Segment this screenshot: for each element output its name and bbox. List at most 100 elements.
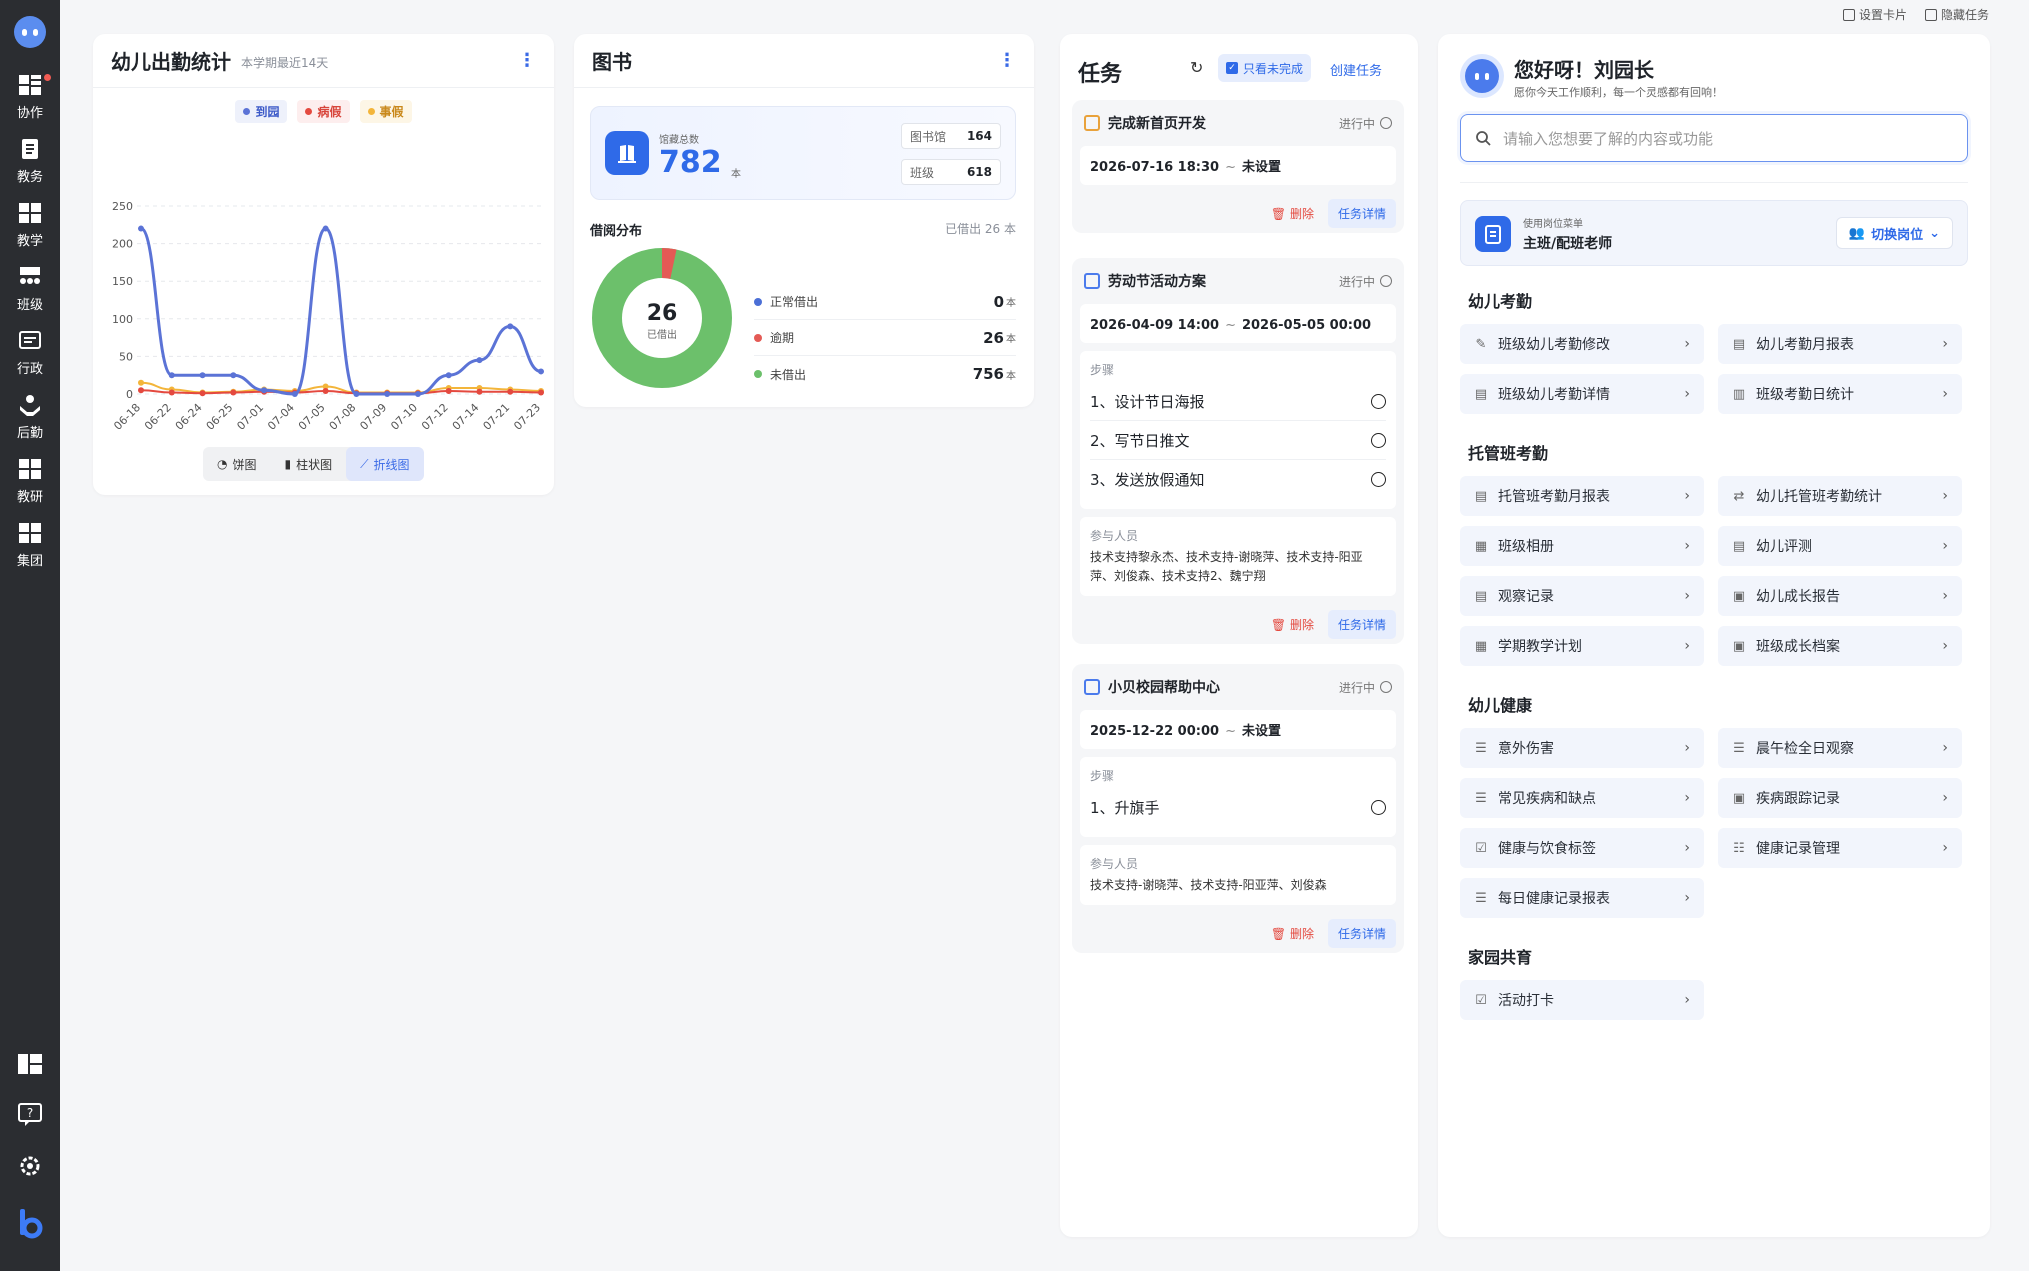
task-header[interactable]: 劳动节活动方案 进行中: [1072, 258, 1404, 304]
data-point: [476, 388, 483, 395]
menu-item-label: 班级幼儿考勤详情: [1498, 387, 1610, 403]
sidebar-item-research[interactable]: 教研: [0, 456, 60, 514]
data-point: [199, 372, 206, 379]
brand-icon[interactable]: [16, 1209, 44, 1239]
chevron-right-icon: ›: [1942, 790, 1948, 806]
menu-item[interactable]: ▣ 疾病跟踪记录 ›: [1718, 778, 1962, 818]
menu-item-label: 幼儿托管班考勤统计: [1756, 489, 1882, 505]
settings-icon[interactable]: [16, 1152, 44, 1180]
delete-task-button[interactable]: 🗑 删除: [1271, 205, 1314, 222]
menu-item[interactable]: ☑ 活动打卡 ›: [1460, 980, 1704, 1020]
task-icon: [1084, 679, 1100, 695]
hide-tasks-button[interactable]: 隐藏任务: [1924, 6, 1989, 23]
menu-item-icon: ▣: [1732, 638, 1746, 654]
menu-item[interactable]: ☰ 常见疾病和缺点 ›: [1460, 778, 1704, 818]
task-step[interactable]: 3、发送放假通知: [1090, 460, 1386, 499]
pie-mode-button[interactable]: ◔ 饼图: [203, 447, 271, 481]
sidebar-item-collab[interactable]: 协作: [0, 72, 60, 130]
sidebar-item-teaching[interactable]: 教学: [0, 200, 60, 258]
more-icon[interactable]: ⋮: [518, 51, 536, 70]
task-icon: [1084, 115, 1100, 131]
help-icon[interactable]: ?: [16, 1100, 44, 1128]
task-header[interactable]: 小贝校园帮助中心 进行中: [1072, 664, 1404, 710]
menu-item-label: 观察记录: [1498, 589, 1554, 605]
search-input[interactable]: 请输入您想要了解的内容或功能: [1460, 114, 1968, 162]
step-circle-icon[interactable]: [1371, 432, 1386, 448]
task-header[interactable]: 完成新首页开发 进行中: [1072, 100, 1404, 146]
sidebar-item-academic[interactable]: 教务: [0, 136, 60, 194]
menu-item[interactable]: ☰ 晨午检全日观察 ›: [1718, 728, 1962, 768]
task-card: 小贝校园帮助中心 进行中 2025-12-22 00:00 ~ 未设置 步骤 1、升…: [1072, 664, 1404, 953]
task-step[interactable]: 2、写节日推文: [1090, 421, 1386, 460]
menu-item[interactable]: ⇄ 幼儿托管班考勤统计 ›: [1718, 476, 1962, 516]
data-point: [322, 387, 329, 394]
menu-item[interactable]: ▥ 班级考勤日统计 ›: [1718, 374, 1962, 414]
menu-item-label: 晨午检全日观察: [1756, 741, 1854, 757]
sidebar-item-admin[interactable]: 行政: [0, 328, 60, 386]
settings-card-button[interactable]: 设置卡片: [1842, 6, 1907, 23]
x-tick-label: 06-22: [142, 401, 174, 433]
delete-task-button[interactable]: 🗑 删除: [1271, 925, 1314, 942]
bar-mode-button[interactable]: ▮ 柱状图: [271, 447, 347, 481]
menu-item[interactable]: ▤ 幼儿评测 ›: [1718, 526, 1962, 566]
menu-item[interactable]: ☑ 健康与饮食标签 ›: [1460, 828, 1704, 868]
menu-item[interactable]: ✎ 班级幼儿考勤修改 ›: [1460, 324, 1704, 364]
task-step[interactable]: 1、设计节日海报: [1090, 382, 1386, 421]
menu-item[interactable]: ▦ 学期教学计划 ›: [1460, 626, 1704, 666]
task-detail-button[interactable]: 任务详情: [1327, 198, 1396, 228]
task-start: 2026-04-09 14:00: [1090, 318, 1220, 333]
menu-item[interactable]: ▦ 班级相册 ›: [1460, 526, 1704, 566]
menu-item[interactable]: ▤ 幼儿考勤月报表 ›: [1718, 324, 1962, 364]
attendance-card: 幼儿出勤统计 本学期最近14天 ⋮ 到园 病假 事假 0 50 100 150 200 2…: [93, 34, 554, 495]
section-title: 托管班考勤: [1468, 444, 1549, 463]
menu-item-icon: ☑: [1475, 840, 1487, 856]
menu-item[interactable]: ▣ 幼儿成长报告 ›: [1718, 576, 1962, 616]
sidebar-item-label: 教学: [16, 234, 43, 249]
menu-item-icon: ☷: [1733, 840, 1745, 856]
task-detail-button[interactable]: 任务详情: [1327, 609, 1396, 639]
x-tick-label: 07-09: [357, 401, 389, 433]
menu-item[interactable]: ☷ 健康记录管理 ›: [1718, 828, 1962, 868]
legend-item-leave[interactable]: 事假: [359, 100, 412, 123]
delete-task-button[interactable]: 🗑 删除: [1271, 616, 1314, 633]
app-logo-icon[interactable]: [14, 16, 46, 48]
menu-item[interactable]: ▤ 班级幼儿考勤详情 ›: [1460, 374, 1704, 414]
sidebar-item-logistics[interactable]: 后勤: [0, 392, 60, 450]
menu-item[interactable]: ▣ 班级成长档案 ›: [1718, 626, 1962, 666]
unfinished-filter-checkbox[interactable]: ✓ 只看未完成: [1218, 54, 1312, 82]
data-point: [168, 389, 175, 396]
menu-item-label: 健康记录管理: [1756, 841, 1840, 857]
sidebar-item-group[interactable]: 集团: [0, 520, 60, 578]
menu-item[interactable]: ▤ 观察记录 ›: [1460, 576, 1704, 616]
switch-role-button[interactable]: 👥 切换岗位 ⌄: [1835, 217, 1953, 249]
x-tick-label: 07-05: [296, 401, 328, 433]
people-label: 参与人员: [1090, 857, 1139, 871]
task-detail-button[interactable]: 任务详情: [1327, 918, 1396, 948]
menu-item[interactable]: ☰ 每日健康记录报表 ›: [1460, 878, 1704, 918]
refresh-icon[interactable]: ↻: [1190, 58, 1203, 77]
menu-item[interactable]: ☰ 意外伤害 ›: [1460, 728, 1704, 768]
create-task-link[interactable]: 创建任务: [1330, 60, 1382, 79]
chevron-right-icon: ›: [1684, 588, 1690, 604]
line-mode-button[interactable]: ⟋ 折线图: [346, 447, 424, 481]
clipboard-icon: [1475, 216, 1511, 252]
legend-item-present[interactable]: 到园: [235, 100, 288, 123]
data-point: [322, 225, 329, 232]
sidebar-item-label: 协作: [16, 106, 43, 121]
step-circle-icon[interactable]: [1371, 800, 1386, 815]
chart-mode-switch: ◔ 饼图 ▮ 柱状图 ⟋ 折线图: [203, 447, 424, 481]
y-tick-label: 250: [112, 200, 133, 213]
y-tick-label: 0: [126, 388, 133, 401]
menu-item-icon: ⇄: [1733, 488, 1745, 504]
more-icon[interactable]: ⋮: [998, 51, 1016, 70]
sidebar-item-class[interactable]: 班级: [0, 264, 60, 322]
role-selector: 使用岗位菜单 主班/配班老师 👥 切换岗位 ⌄: [1460, 200, 1968, 266]
attendance-line-chart: 0 50 100 150 200 250 06-1806-2206-2406-2507-01…: [111, 200, 544, 433]
task-step[interactable]: 1、升旗手: [1090, 788, 1386, 827]
task-actions: 🗑 删除 任务详情: [1072, 193, 1404, 233]
menu-item[interactable]: ▤ 托管班考勤月报表 ›: [1460, 476, 1704, 516]
legend-item-sick[interactable]: 病假: [297, 100, 350, 123]
layout-icon[interactable]: [16, 1050, 44, 1078]
step-circle-icon[interactable]: [1371, 393, 1386, 409]
step-circle-icon[interactable]: [1371, 472, 1386, 487]
